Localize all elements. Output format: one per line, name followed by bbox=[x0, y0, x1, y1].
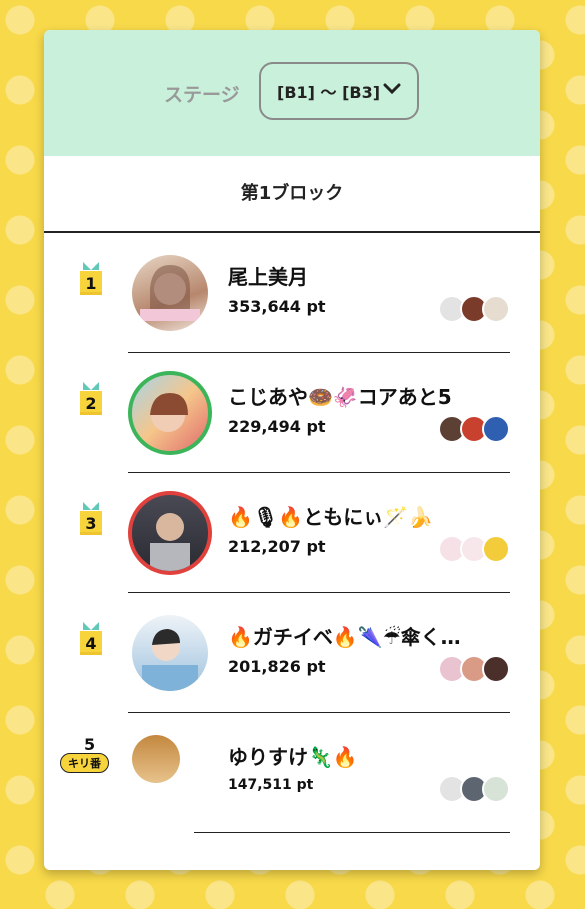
rank-gift: 4 bbox=[80, 622, 102, 657]
ribbon-icon bbox=[83, 262, 99, 270]
avatar bbox=[482, 775, 510, 803]
ranking-row[interactable]: 2 こじあや🍩🦑コアあと5 229,494 pt bbox=[44, 353, 540, 473]
avatar bbox=[482, 535, 510, 563]
avatar bbox=[482, 415, 510, 443]
avatar[interactable] bbox=[132, 615, 208, 691]
streamer-name: 尾上美月 bbox=[228, 265, 308, 289]
supporter-avatars bbox=[438, 655, 510, 683]
streamer-name: 🔥🎙🔥ともにぃ🪄🍌 bbox=[228, 505, 433, 529]
points: 229,494 pt bbox=[228, 417, 326, 436]
ranking-row[interactable]: 4 🔥ガチイベ🔥🌂☔傘く… 201,826 pt bbox=[44, 593, 540, 713]
rank-gift: 2 bbox=[80, 382, 102, 417]
ranking-row[interactable]: 1 尾上美月 353,644 pt bbox=[44, 233, 540, 353]
rank-gift: 1 bbox=[80, 262, 102, 297]
points: 212,207 pt bbox=[228, 537, 326, 556]
stage-dropdown[interactable]: [B1] 〜 [B3] bbox=[259, 62, 419, 120]
chevron-down-icon bbox=[383, 83, 401, 95]
points: 353,644 pt bbox=[228, 297, 326, 316]
kiri-badge: キリ番 bbox=[60, 753, 109, 773]
avatar[interactable] bbox=[132, 255, 208, 331]
avatar[interactable] bbox=[128, 491, 212, 575]
rank-number: 1 bbox=[80, 271, 102, 295]
stage-header: ステージ [B1] 〜 [B3] bbox=[44, 30, 540, 156]
rank-number: 2 bbox=[80, 391, 102, 415]
ribbon-icon bbox=[83, 502, 99, 510]
streamer-name: 🔥ガチイベ🔥🌂☔傘く… bbox=[228, 625, 461, 649]
points: 201,826 pt bbox=[228, 657, 326, 676]
rank-number: 4 bbox=[80, 631, 102, 655]
avatar[interactable] bbox=[132, 735, 180, 783]
ribbon-icon bbox=[83, 622, 99, 630]
stage-selected-value: [B1] 〜 [B3] bbox=[277, 83, 381, 102]
ranking-card: ステージ [B1] 〜 [B3] 第1ブロック 1 尾上美月 353,644 p… bbox=[44, 30, 540, 870]
ranking-row[interactable]: 5 キリ番 ゆりすけ🦎🔥 147,511 pt bbox=[44, 713, 540, 833]
supporter-avatars bbox=[438, 415, 510, 443]
points: 147,511 pt bbox=[228, 777, 314, 793]
rank-gift: 3 bbox=[80, 502, 102, 537]
streamer-name: ゆりすけ🦎🔥 bbox=[228, 745, 358, 769]
ribbon-icon bbox=[83, 382, 99, 390]
avatar bbox=[482, 655, 510, 683]
supporter-avatars bbox=[438, 535, 510, 563]
rank-number: 5 bbox=[84, 735, 96, 754]
rank-number: 3 bbox=[80, 511, 102, 535]
supporter-avatars bbox=[438, 295, 510, 323]
streamer-name: こじあや🍩🦑コアあと5 bbox=[228, 385, 452, 409]
stage-label: ステージ bbox=[164, 84, 240, 106]
block-title: 第1ブロック bbox=[44, 156, 540, 233]
ranking-row[interactable]: 3 🔥🎙🔥ともにぃ🪄🍌 212,207 pt bbox=[44, 473, 540, 593]
avatar[interactable] bbox=[128, 371, 212, 455]
avatar bbox=[482, 295, 510, 323]
supporter-avatars bbox=[438, 775, 510, 803]
